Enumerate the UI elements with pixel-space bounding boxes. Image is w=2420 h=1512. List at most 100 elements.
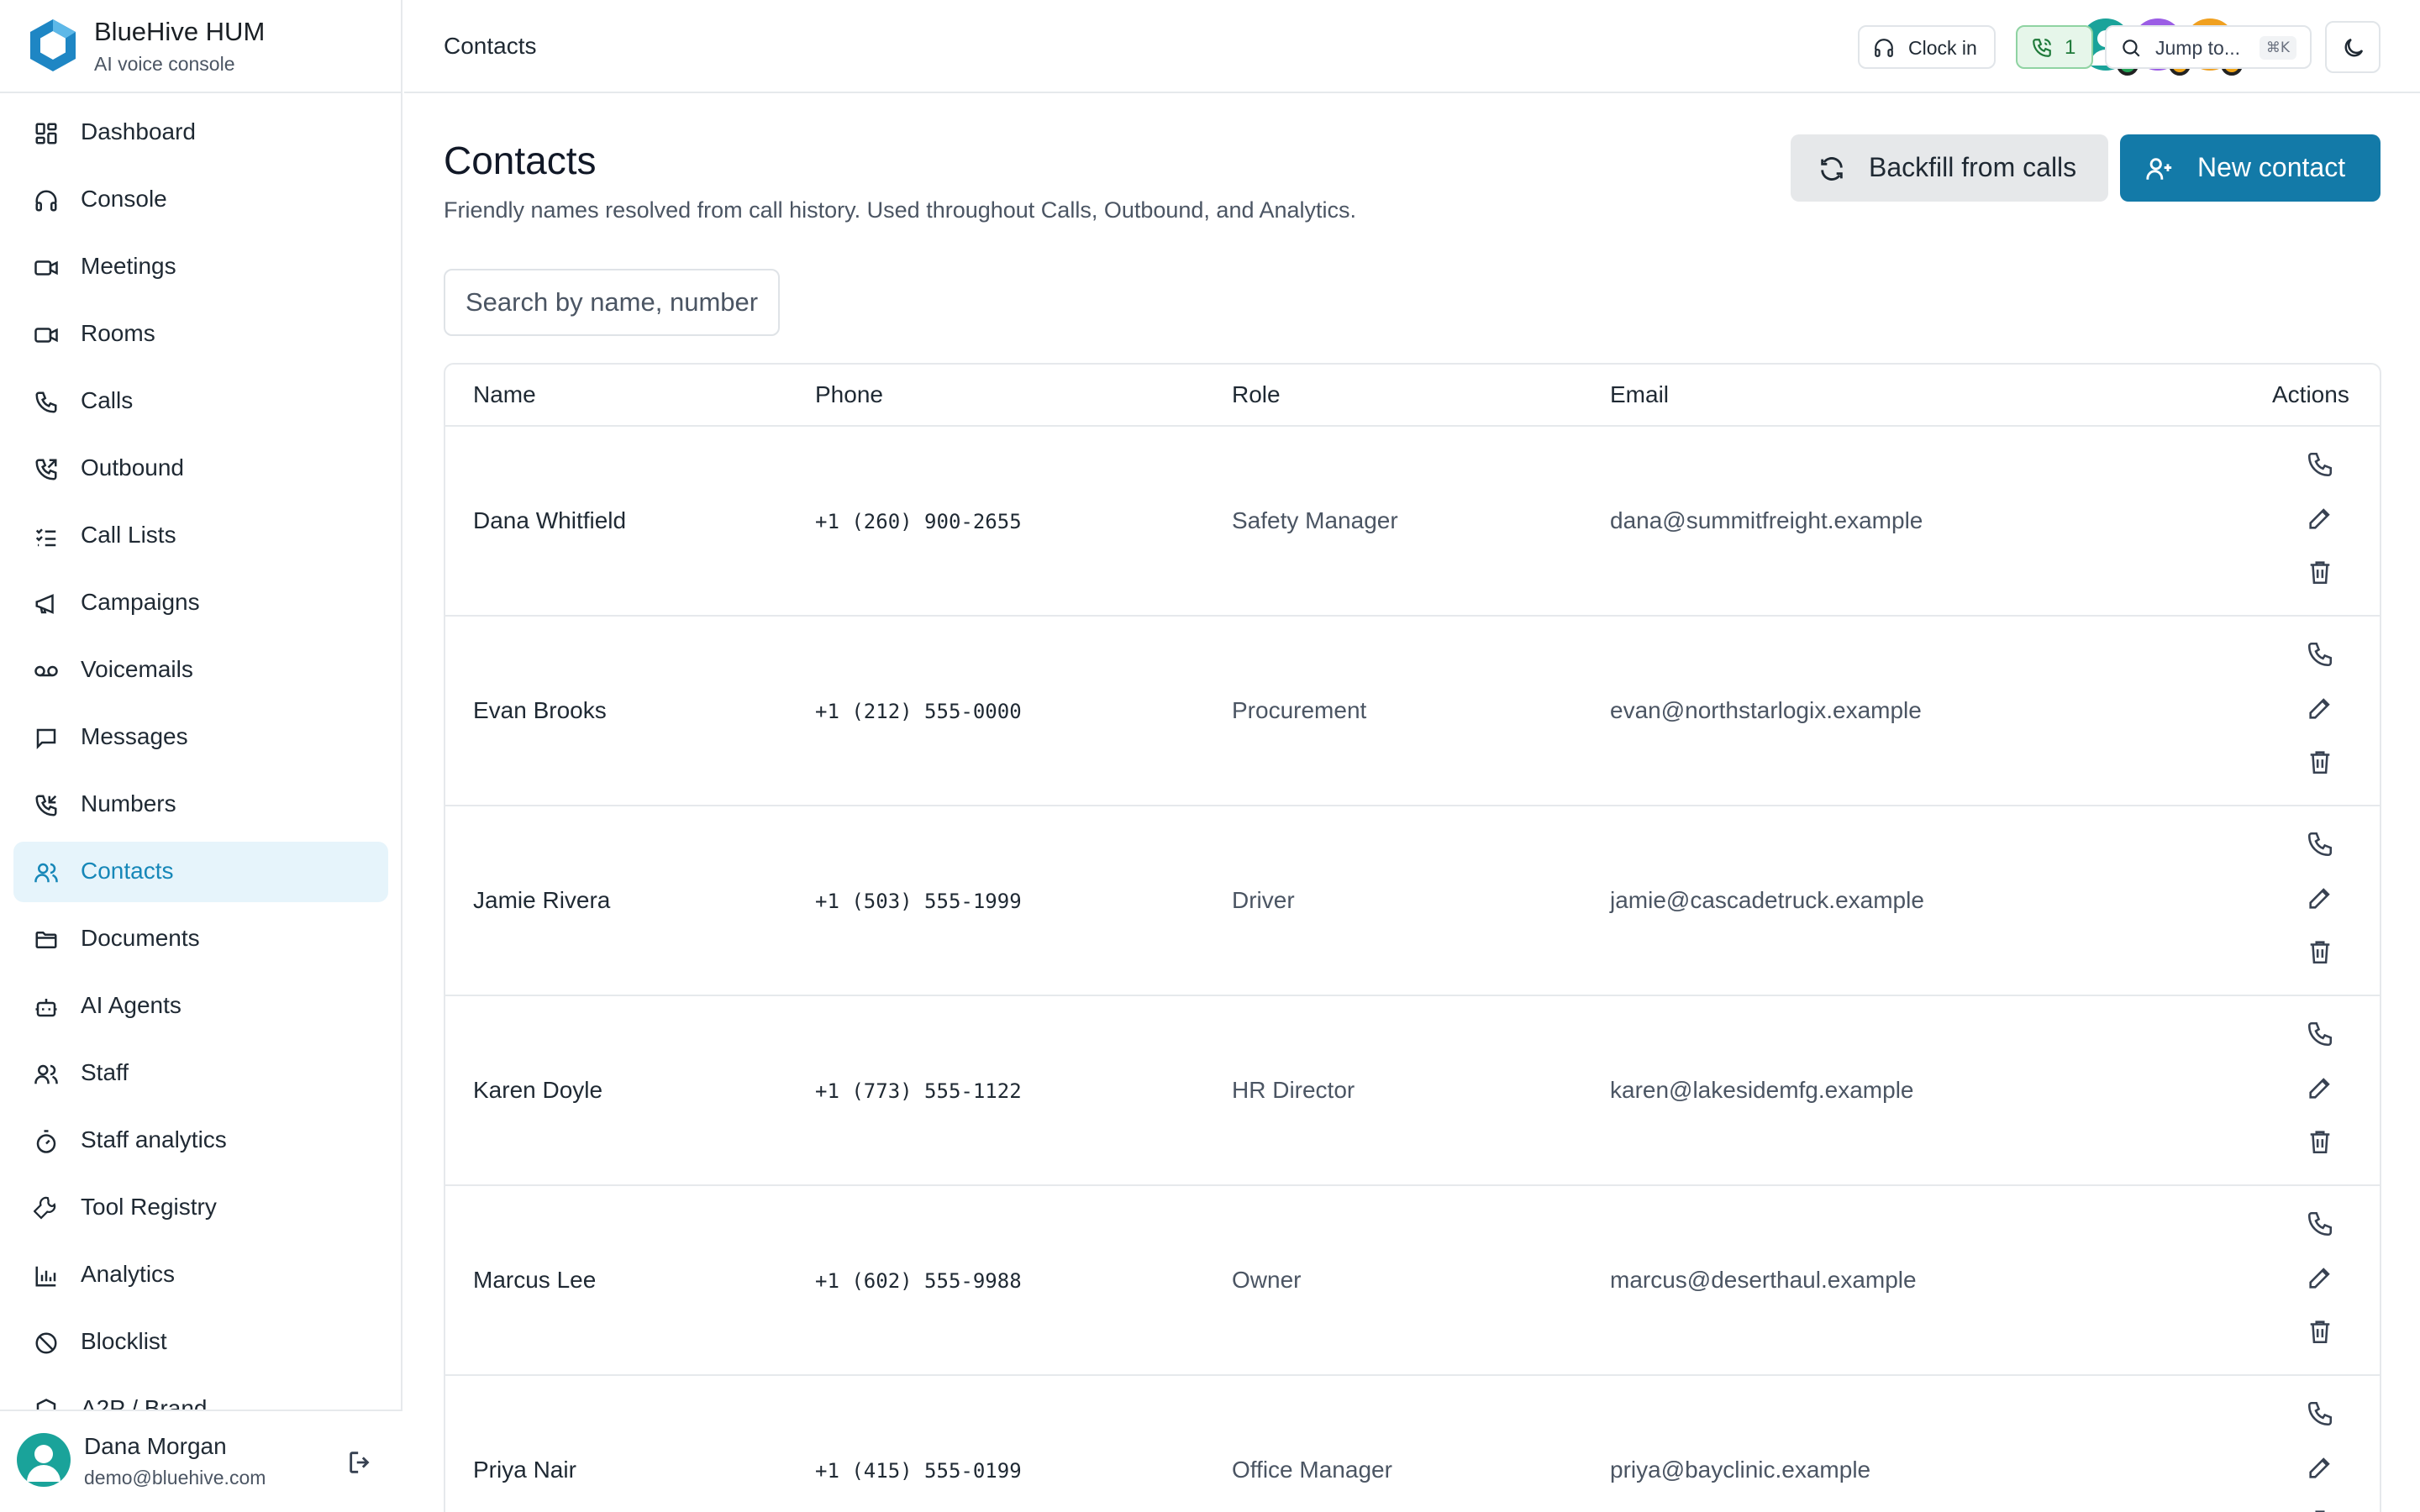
sidebar-item-analytics[interactable]: Analytics: [13, 1245, 388, 1305]
edit-icon[interactable]: [2306, 1263, 2334, 1292]
moon-icon: [2341, 35, 2366, 60]
sidebar-item-staff[interactable]: Staff: [13, 1043, 388, 1104]
sidebar-item-label: AI Agents: [81, 992, 182, 1018]
sidebar-item-calls[interactable]: Calls: [13, 371, 388, 432]
delete-icon[interactable]: [2306, 1507, 2334, 1512]
contact-role: Procurement: [1232, 697, 1367, 723]
sidebar-item-a2p-brand[interactable]: A2P / Brand: [13, 1379, 388, 1410]
sidebar-item-rooms[interactable]: Rooms: [13, 304, 388, 365]
phone-outgoing-icon: [34, 457, 59, 482]
user-name: Dana Morgan: [84, 1433, 227, 1459]
column-header-email[interactable]: Email: [1610, 381, 1669, 408]
sidebar-item-label: Analytics: [81, 1261, 176, 1287]
sidebar-item-contacts[interactable]: Contacts: [13, 842, 388, 902]
contact-role: Driver: [1232, 887, 1295, 913]
clock-in-button[interactable]: Clock in: [1858, 25, 1996, 69]
brand[interactable]: BlueHive HUM AI voice console: [0, 0, 402, 93]
edit-icon[interactable]: [2306, 884, 2334, 912]
contact-phone: +1 (260) 900-2655: [815, 510, 1022, 533]
page-title: Contacts: [444, 139, 597, 182]
table-row[interactable]: Dana Whitfield +1 (260) 900-2655 Safety Ma…: [445, 427, 2380, 617]
sidebar-nav: Dashboard Console Meetings Rooms Calls O…: [13, 102, 388, 1410]
backfill-from-calls-button[interactable]: Backfill from calls: [1791, 134, 2108, 202]
call-icon[interactable]: [2306, 830, 2334, 858]
sidebar-item-label: Call Lists: [81, 522, 176, 548]
edit-icon[interactable]: [2306, 694, 2334, 722]
contact-email: karen@lakesidemfg.example: [1610, 1077, 1914, 1103]
jump-to-search[interactable]: Jump to... ⌘K: [2105, 25, 2312, 69]
contacts-table: Name Phone Role Email Actions Dana Whitf…: [444, 363, 2381, 1512]
logout-icon[interactable]: [346, 1448, 375, 1477]
sidebar-item-label: Rooms: [81, 320, 155, 346]
sidebar-item-documents[interactable]: Documents: [13, 909, 388, 969]
table-row[interactable]: Marcus Lee +1 (602) 555-9988 Owner marcus@d…: [445, 1186, 2380, 1376]
contact-phone: +1 (773) 555-1122: [815, 1079, 1022, 1103]
sidebar-item-dashboard[interactable]: Dashboard: [13, 102, 388, 163]
sidebar-item-campaigns[interactable]: Campaigns: [13, 573, 388, 633]
sidebar-item-label: Voicemails: [81, 656, 193, 682]
call-icon[interactable]: [2306, 450, 2334, 479]
sidebar-item-outbound[interactable]: Outbound: [13, 438, 388, 499]
delete-icon[interactable]: [2306, 558, 2334, 586]
edit-icon[interactable]: [2306, 504, 2334, 533]
ban-icon: [34, 1331, 59, 1356]
call-icon[interactable]: [2306, 1210, 2334, 1238]
contact-email: marcus@deserthaul.example: [1610, 1267, 1917, 1293]
sidebar-item-label: Console: [81, 186, 167, 212]
search-input[interactable]: [444, 269, 780, 336]
table-row[interactable]: Priya Nair +1 (415) 555-0199 Office Manage…: [445, 1376, 2380, 1512]
sidebar-item-messages[interactable]: Messages: [13, 707, 388, 768]
new-contact-label: New contact: [2197, 152, 2346, 182]
edit-icon[interactable]: [2306, 1074, 2334, 1102]
call-icon[interactable]: [2306, 1020, 2334, 1048]
column-header-name[interactable]: Name: [473, 381, 536, 408]
delete-icon[interactable]: [2306, 748, 2334, 776]
delete-icon[interactable]: [2306, 1127, 2334, 1156]
delete-icon[interactable]: [2306, 937, 2334, 966]
search-icon: [2120, 37, 2142, 59]
table-row[interactable]: Karen Doyle +1 (773) 555-1122 HR Director k…: [445, 996, 2380, 1186]
headset-icon: [34, 188, 59, 213]
sidebar-item-tool-registry[interactable]: Tool Registry: [13, 1178, 388, 1238]
video-icon: [34, 323, 59, 348]
table-row[interactable]: Jamie Rivera +1 (503) 555-1999 Driver jamie…: [445, 806, 2380, 996]
edit-icon[interactable]: [2306, 1453, 2334, 1482]
jump-to-label: Jump to...: [2155, 37, 2240, 59]
table-header: Name Phone Role Email Actions: [445, 365, 2380, 427]
users-icon: [34, 860, 59, 885]
sidebar-item-ai-agents[interactable]: AI Agents: [13, 976, 388, 1037]
active-calls-badge[interactable]: 1: [2016, 25, 2093, 69]
call-icon[interactable]: [2306, 1399, 2334, 1428]
megaphone-icon: [34, 591, 59, 617]
sidebar-item-label: Campaigns: [81, 589, 200, 615]
contact-name: Marcus Lee: [473, 1267, 597, 1293]
breadcrumb: Contacts: [444, 33, 537, 59]
users-icon: [34, 1062, 59, 1087]
sidebar-item-label: Meetings: [81, 253, 176, 279]
delete-icon[interactable]: [2306, 1317, 2334, 1346]
table-row[interactable]: Evan Brooks +1 (212) 555-0000 Procurement e…: [445, 617, 2380, 806]
sidebar-item-call-lists[interactable]: Call Lists: [13, 506, 388, 566]
sidebar-item-label: Messages: [81, 723, 188, 749]
column-header-phone[interactable]: Phone: [815, 381, 883, 408]
user-profile[interactable]: Dana Morgan demo@bluehive.com: [0, 1410, 402, 1512]
new-contact-button[interactable]: New contact: [2120, 134, 2381, 202]
avatar: [17, 1433, 71, 1487]
message-icon: [34, 726, 59, 751]
sidebar-item-console[interactable]: Console: [13, 170, 388, 230]
sidebar-item-blocklist[interactable]: Blocklist: [13, 1312, 388, 1373]
theme-toggle-button[interactable]: [2325, 21, 2381, 73]
sidebar-item-meetings[interactable]: Meetings: [13, 237, 388, 297]
sidebar-item-staff-analytics[interactable]: Staff analytics: [13, 1110, 388, 1171]
column-header-role[interactable]: Role: [1232, 381, 1281, 408]
column-header-actions: Actions: [2272, 381, 2349, 407]
timer-icon: [34, 1129, 59, 1154]
sidebar-item-label: Numbers: [81, 790, 176, 816]
shield-icon: [34, 1398, 59, 1410]
sidebar-item-numbers[interactable]: Numbers: [13, 774, 388, 835]
sidebar-item-label: A2P / Brand: [81, 1395, 208, 1410]
call-icon[interactable]: [2306, 640, 2334, 669]
sidebar-item-voicemails[interactable]: Voicemails: [13, 640, 388, 701]
sidebar-item-label: Documents: [81, 925, 200, 951]
bot-icon: [34, 995, 59, 1020]
